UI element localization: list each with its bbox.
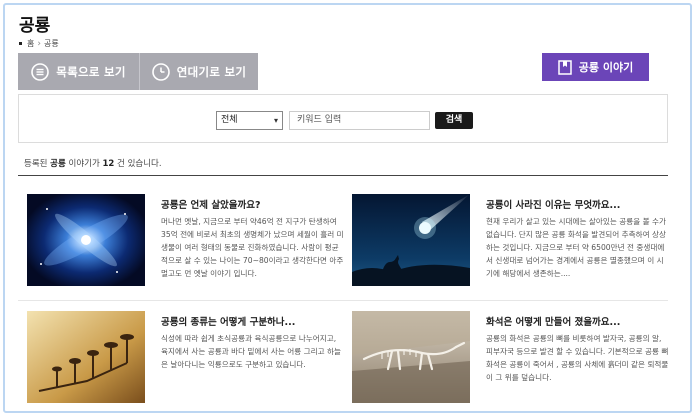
- card-description: 식성에 따라 쉽게 초식공룡과 육식공룡으로 나누어지고, 육지에서 사는 공룡…: [161, 334, 341, 369]
- count-number: 12: [102, 159, 115, 169]
- list-view-button[interactable]: 목록으로 보기: [18, 53, 139, 90]
- result-count-text: 등록된 공룡 이야기가 12 건 있습니다.: [24, 157, 162, 169]
- count-keyword: 공룡: [50, 159, 66, 169]
- chevron-down-icon: ▾: [273, 116, 278, 125]
- count-middle: 이야기가: [65, 159, 103, 169]
- keyword-placeholder: 키워드 입력: [297, 115, 342, 125]
- page-title: 공룡: [19, 16, 51, 36]
- fossil-image[interactable]: [352, 311, 470, 403]
- card-description: 머나먼 옛날, 지금으로 부터 약46억 전 지구가 탄생하여 35억 전에 비…: [161, 217, 344, 278]
- breadcrumb: 홈 › 공룡: [19, 38, 59, 49]
- comet-image[interactable]: [352, 194, 470, 286]
- card-title[interactable]: 공룡이 사라진 이유는 무엇까요...: [486, 197, 620, 211]
- breadcrumb-current: 공룡: [43, 39, 59, 48]
- evolution-tree-image[interactable]: [27, 311, 145, 403]
- story-card[interactable]: 공룡은 언제 살았을까요? 머나먼 옛날, 지금으로 부터 약46억 전 지구가…: [27, 194, 347, 289]
- search-panel: 전체 ▾ 키워드 입력 검색: [18, 94, 668, 143]
- card-title[interactable]: 공룡은 언제 살았을까요?: [161, 197, 261, 211]
- chevron-right-icon: ›: [37, 38, 41, 49]
- row-separator: [18, 300, 668, 301]
- book-icon: [558, 59, 572, 75]
- category-select-value: 전체: [221, 115, 238, 125]
- story-card[interactable]: 공룡이 사라진 이유는 무엇까요... 현재 우리가 살고 있는 시대에는 살아…: [352, 194, 672, 289]
- keyword-input[interactable]: 키워드 입력: [289, 111, 430, 130]
- story-card[interactable]: 화석은 어떻게 만들어 졌을까요... 공룡의 화석은 공룡의 뼈를 비롯하여 …: [352, 311, 672, 406]
- count-prefix: 등록된: [24, 159, 51, 169]
- card-title[interactable]: 화석은 어떻게 만들어 졌을까요...: [486, 314, 620, 328]
- list-divider: [18, 175, 668, 176]
- bullet-icon: [19, 42, 22, 45]
- breadcrumb-home[interactable]: 홈: [27, 38, 34, 49]
- card-title[interactable]: 공룡의 종류는 어떻게 구분하나...: [161, 314, 295, 328]
- dinosaur-story-button[interactable]: 공룡 이야기: [542, 53, 649, 81]
- card-description: 공룡의 화석은 공룡의 뼈를 비롯하여 발자국, 공룡의 알, 피부자국 등으로…: [486, 334, 669, 382]
- count-suffix: 건 있습니다.: [114, 159, 162, 169]
- list-view-label: 목록으로 보기: [56, 64, 126, 79]
- list-icon: [31, 62, 50, 81]
- galaxy-image[interactable]: [27, 194, 145, 286]
- search-button[interactable]: 검색: [435, 112, 473, 129]
- story-card[interactable]: 공룡의 종류는 어떻게 구분하나... 식성에 따라 쉽게 초식공룡과 육식공룡…: [27, 311, 347, 406]
- page-frame: 공룡 홈 › 공룡 목록으로 보기 연대기로 보기 공룡 이야기 전체 ▾ 키워…: [3, 3, 692, 413]
- chronology-view-label: 연대기로 보기: [176, 64, 247, 79]
- category-select[interactable]: 전체 ▾: [216, 111, 283, 130]
- card-description: 현재 우리가 살고 있는 시대에는 살아있는 공룡을 볼 수가 없습니다. 단지…: [486, 217, 666, 278]
- clock-icon: [151, 62, 170, 81]
- dinosaur-story-label: 공룡 이야기: [578, 61, 634, 74]
- chronology-view-button[interactable]: 연대기로 보기: [139, 53, 258, 90]
